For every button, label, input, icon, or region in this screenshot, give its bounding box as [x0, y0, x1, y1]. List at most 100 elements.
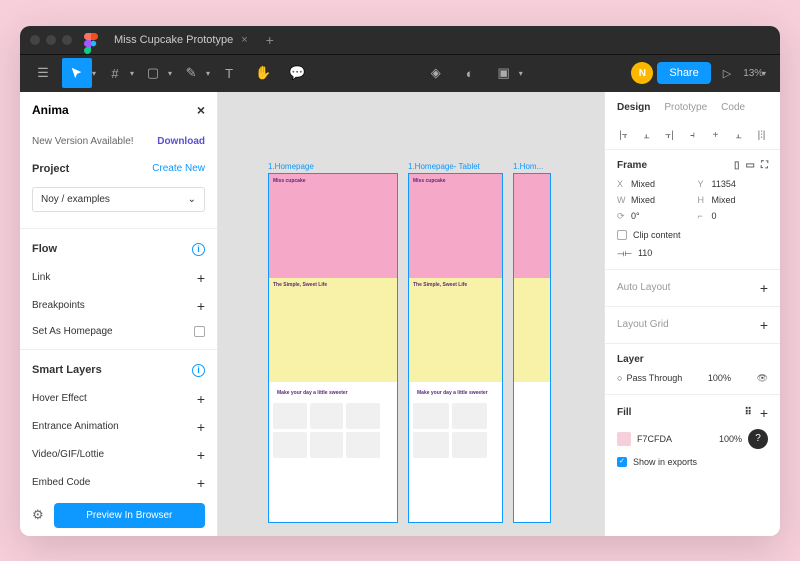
add-icon[interactable]: +	[197, 475, 205, 491]
frame-tablet[interactable]: Miss cupcake The Simple, Sweet Life Make…	[408, 173, 503, 523]
mask-icon[interactable]: ◐	[455, 58, 485, 88]
smart-item: Entrance Animation	[32, 421, 119, 432]
flow-item: Link	[32, 272, 50, 283]
checkbox[interactable]	[194, 326, 205, 337]
avatar[interactable]: N	[631, 62, 653, 84]
w-value[interactable]: Mixed	[631, 195, 655, 205]
document-tab[interactable]: Miss Cupcake Prototype ×	[114, 34, 248, 46]
show-exports-checkbox[interactable]	[617, 457, 627, 467]
close-icon[interactable]: ×	[197, 102, 205, 118]
rotation-value[interactable]: 0°	[631, 211, 640, 221]
add-icon[interactable]: +	[760, 317, 768, 333]
chevron-down-icon[interactable]: ▾	[92, 69, 96, 78]
clip-label: Clip content	[633, 230, 681, 240]
frame-label[interactable]: 1.Homepage	[268, 162, 398, 171]
share-button[interactable]: Share	[657, 62, 710, 84]
blend-mode[interactable]: Pass Through	[626, 373, 682, 383]
component-icon[interactable]: ◈	[421, 58, 451, 88]
hand-tool-icon[interactable]: ✋	[248, 58, 278, 88]
add-tab-icon[interactable]: +	[266, 32, 274, 48]
traffic-light-max[interactable]	[62, 35, 72, 45]
toolbar: ☰ ▾ # ▾ ▢ ▾ ✎ ▾ T ✋ 💬 ◈ ◐ ▣ ▾ N Share ▷ …	[20, 54, 780, 92]
distribute-icon[interactable]: |⫶|	[755, 129, 768, 143]
download-link[interactable]: Download	[157, 136, 205, 147]
add-icon[interactable]: +	[760, 405, 768, 421]
text-tool-icon[interactable]: T	[214, 58, 244, 88]
eye-icon[interactable]: 👁	[757, 373, 768, 384]
style-icon[interactable]: ⠿	[744, 407, 751, 418]
fill-swatch[interactable]	[617, 432, 631, 446]
align-top-icon[interactable]: ⫞	[686, 129, 699, 143]
tab-design[interactable]: Design	[617, 102, 650, 113]
show-exports-label: Show in exports	[633, 457, 697, 467]
y-value[interactable]: 11354	[712, 179, 736, 189]
align-bottom-icon[interactable]: ⫠	[732, 129, 745, 143]
x-value[interactable]: Mixed	[631, 179, 655, 189]
chevron-down-icon[interactable]: ▾	[206, 69, 210, 78]
boolean-icon[interactable]: ▣	[489, 58, 519, 88]
add-icon[interactable]: +	[197, 419, 205, 435]
traffic-light-min[interactable]	[46, 35, 56, 45]
chevron-down-icon[interactable]: ▾	[130, 69, 134, 78]
preview-button[interactable]: Preview In Browser	[54, 503, 205, 528]
present-icon[interactable]: ▷	[723, 67, 731, 80]
fill-hex[interactable]: F7CFDA	[637, 434, 672, 444]
figma-icon	[84, 33, 98, 47]
h-value[interactable]: Mixed	[712, 195, 736, 205]
canvas[interactable]: 1.Homepage Miss cupcake The Simple, Swee…	[218, 92, 604, 536]
move-tool-icon[interactable]	[62, 58, 92, 88]
frame-label[interactable]: 1.Hom...	[513, 162, 551, 171]
traffic-light-close[interactable]	[30, 35, 40, 45]
frame-tool-icon[interactable]: #	[100, 58, 130, 88]
landscape-icon[interactable]: ▭	[746, 160, 755, 171]
main-area: Anima × New Version Available! Download …	[20, 92, 780, 536]
close-icon[interactable]: ×	[241, 34, 247, 46]
add-icon[interactable]: +	[197, 447, 205, 463]
smart-item: Hover Effect	[32, 393, 87, 404]
zoom-level[interactable]: 13% ▾	[743, 68, 766, 79]
fill-opacity[interactable]: 100%	[719, 434, 742, 444]
layer-opacity[interactable]: 100%	[708, 373, 731, 383]
add-icon[interactable]: +	[197, 298, 205, 314]
tab-prototype[interactable]: Prototype	[664, 102, 707, 113]
project-dropdown[interactable]: Noy / examples ⌄	[32, 187, 205, 212]
chevron-down-icon[interactable]: ▾	[519, 69, 523, 78]
portrait-icon[interactable]: ▯	[734, 160, 740, 171]
constraint-value[interactable]: 110	[638, 248, 652, 258]
info-icon[interactable]: i	[192, 243, 205, 256]
fill-label: Fill	[617, 407, 631, 418]
shape-tool-icon[interactable]: ▢	[138, 58, 168, 88]
tab-code[interactable]: Code	[721, 102, 745, 113]
create-new-link[interactable]: Create New	[152, 163, 205, 174]
add-icon[interactable]: +	[197, 270, 205, 286]
project-label: Project	[32, 163, 69, 175]
auto-layout-label: Auto Layout	[617, 282, 670, 293]
frame-label[interactable]: 1.Homepage- Tablet	[408, 162, 503, 171]
menu-icon[interactable]: ☰	[28, 58, 58, 88]
align-vcenter-icon[interactable]: +	[709, 129, 722, 143]
pen-tool-icon[interactable]: ✎	[176, 58, 206, 88]
flow-item: Breakpoints	[32, 300, 85, 311]
add-icon[interactable]: +	[197, 391, 205, 407]
align-right-icon[interactable]: ⫟|	[663, 129, 676, 143]
align-left-icon[interactable]: |⫟	[617, 129, 630, 143]
comment-tool-icon[interactable]: 💬	[282, 58, 312, 88]
frame-desktop[interactable]: Miss cupcake The Simple, Sweet Life Make…	[268, 173, 398, 523]
chevron-down-icon[interactable]: ▾	[168, 69, 172, 78]
smart-item: Embed Code	[32, 477, 90, 488]
resize-fit-icon[interactable]: ⛶	[761, 160, 768, 171]
help-icon[interactable]: ?	[748, 429, 768, 449]
frame-section-label: Frame	[617, 160, 647, 171]
info-icon[interactable]: i	[192, 364, 205, 377]
anima-panel: Anima × New Version Available! Download …	[20, 92, 218, 536]
gear-icon[interactable]: ⚙	[32, 507, 44, 523]
app-window: Miss Cupcake Prototype × + ☰ ▾ # ▾ ▢ ▾ ✎…	[20, 26, 780, 536]
clip-checkbox[interactable]	[617, 230, 627, 240]
smart-layers-label: Smart Layers	[32, 364, 102, 376]
add-icon[interactable]: +	[760, 280, 768, 296]
chevron-down-icon: ⌄	[188, 194, 196, 205]
frame-mobile[interactable]	[513, 173, 551, 523]
align-hcenter-icon[interactable]: ⫠	[640, 129, 653, 143]
radius-value[interactable]: 0	[712, 211, 717, 221]
titlebar: Miss Cupcake Prototype × +	[20, 26, 780, 54]
